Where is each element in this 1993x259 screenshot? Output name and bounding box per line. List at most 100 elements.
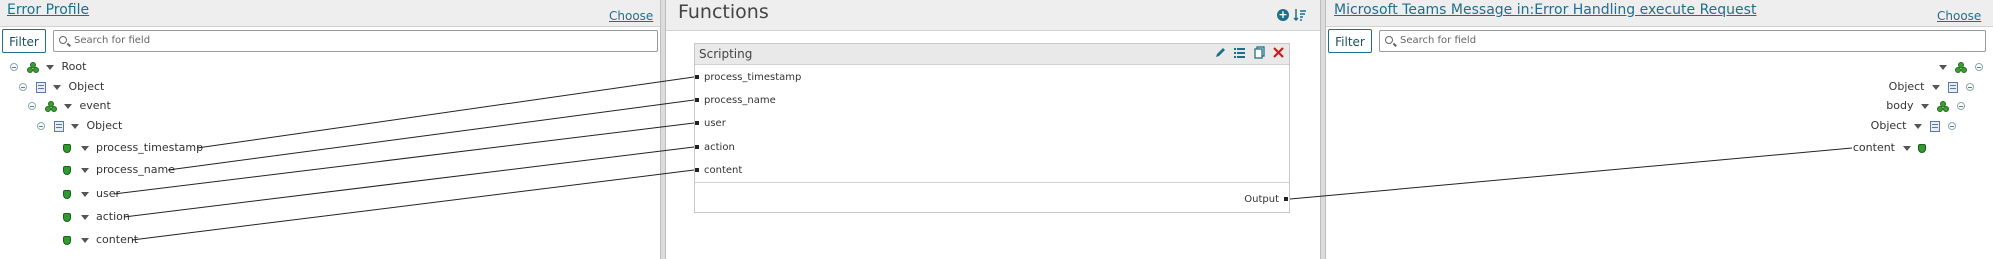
copy-icon[interactable] [1253, 46, 1266, 59]
chevron-down-icon[interactable] [64, 103, 72, 109]
input-port[interactable] [695, 121, 699, 125]
tree-node-label: Object [86, 119, 123, 132]
add-function-icon[interactable]: + [1277, 9, 1289, 21]
chevron-down-icon[interactable] [1914, 123, 1922, 129]
tree-node-event[interactable]: event [28, 98, 111, 114]
group-icon [26, 61, 39, 73]
field-icon [63, 235, 71, 245]
chevron-down-icon[interactable] [80, 167, 89, 173]
sort-icon[interactable] [1293, 8, 1307, 22]
field-label: process_name [96, 163, 175, 176]
collapse-icon[interactable] [1957, 102, 1965, 110]
collapse-icon[interactable] [1966, 83, 1974, 91]
field-label: user [96, 187, 120, 200]
function-box-toolbar [1211, 46, 1286, 59]
tree-field-process-timestamp[interactable]: process_timestamp [63, 140, 203, 156]
target-search-input[interactable]: Search for field [1379, 30, 1986, 52]
chevron-down-icon[interactable] [80, 145, 89, 151]
target-panel: Microsoft Teams Message in:Error Handlin… [1326, 0, 1993, 259]
chevron-down-icon[interactable] [1921, 103, 1929, 109]
function-box-title: Scripting [699, 47, 753, 61]
input-port[interactable] [695, 168, 699, 172]
field-icon [63, 143, 71, 153]
field-label: content [1852, 141, 1895, 154]
tree-node-object[interactable]: Object [19, 79, 104, 95]
tree-node-root[interactable]: Root [10, 59, 86, 75]
input-port[interactable] [695, 145, 699, 149]
chevron-down-icon[interactable] [46, 64, 54, 70]
functions-panel-header: Functions + [666, 0, 1320, 31]
chevron-down-icon[interactable] [1932, 84, 1940, 90]
input-label: content [704, 165, 743, 176]
input-label: action [704, 142, 735, 153]
tree-field-content[interactable]: content [63, 232, 138, 248]
chevron-down-icon[interactable] [1902, 145, 1911, 151]
field-label: process_timestamp [96, 141, 204, 154]
function-input-action[interactable]: action [695, 141, 735, 155]
list-icon[interactable] [1233, 46, 1246, 59]
target-tree-object[interactable]: Object [1889, 79, 1974, 95]
source-search-placeholder: Search for field [74, 35, 151, 46]
object-icon [53, 120, 64, 132]
source-filter-bar: Filter Search for field [2, 29, 658, 55]
function-output[interactable]: Output [1244, 194, 1288, 205]
function-input-process-name[interactable]: process_name [695, 94, 776, 108]
search-icon [1385, 36, 1393, 44]
tree-node-label: Object [1870, 119, 1907, 132]
collapse-icon[interactable] [28, 102, 36, 110]
source-choose-link[interactable]: Choose [609, 9, 653, 23]
functions-panel-title: Functions [678, 1, 769, 23]
collapse-icon[interactable] [19, 83, 27, 91]
function-box-separator [695, 182, 1289, 183]
chevron-down-icon[interactable] [1939, 64, 1947, 70]
tree-node-label: Root [61, 60, 87, 73]
tree-field-process-name[interactable]: process_name [63, 162, 175, 178]
collapse-icon[interactable] [1948, 122, 1956, 130]
collapse-icon[interactable] [37, 122, 45, 130]
collapse-icon[interactable] [1975, 63, 1983, 71]
tree-field-action[interactable]: action [63, 209, 130, 225]
chevron-down-icon[interactable] [80, 237, 89, 243]
chevron-down-icon[interactable] [80, 214, 89, 220]
field-icon [63, 212, 71, 222]
source-search-input[interactable]: Search for field [53, 30, 658, 52]
chevron-down-icon[interactable] [53, 84, 61, 90]
scripting-function-box[interactable]: Scripting process_timestamp process_name [694, 43, 1290, 213]
input-port[interactable] [695, 75, 699, 79]
field-icon [1918, 143, 1926, 153]
tree-node-label: Object [1888, 80, 1925, 93]
tree-node-label: event [79, 99, 111, 112]
chevron-down-icon[interactable] [80, 191, 89, 197]
close-icon[interactable] [1272, 46, 1285, 59]
target-tree-object[interactable]: Object [1871, 118, 1956, 134]
collapse-icon[interactable] [10, 63, 18, 71]
tree-node-label: body [1886, 99, 1914, 112]
target-panel-title[interactable]: Microsoft Teams Message in:Error Handlin… [1334, 2, 1756, 18]
tree-field-user[interactable]: user [63, 186, 120, 202]
source-panel-header: Error Profile Choose [0, 0, 660, 27]
field-label: action [96, 210, 130, 223]
target-search-placeholder: Search for field [1400, 35, 1477, 46]
target-filter-button[interactable]: Filter [1328, 29, 1372, 53]
function-input-process-timestamp[interactable]: process_timestamp [695, 71, 801, 85]
target-tree-body[interactable]: body [1886, 98, 1965, 114]
input-port[interactable] [695, 98, 699, 102]
source-panel: Error Profile Choose Filter Search for f… [0, 0, 660, 259]
group-icon [1936, 100, 1949, 112]
tree-node-object[interactable]: Object [37, 118, 122, 134]
function-input-content[interactable]: content [695, 164, 742, 178]
source-panel-title[interactable]: Error Profile [7, 2, 89, 18]
field-icon [63, 165, 71, 175]
function-box-header[interactable]: Scripting [695, 44, 1289, 65]
group-icon [1954, 61, 1967, 73]
chevron-down-icon[interactable] [71, 123, 79, 129]
target-tree-field-content[interactable]: content [1853, 140, 1926, 156]
target-panel-header: Microsoft Teams Message in:Error Handlin… [1326, 0, 1993, 27]
source-filter-button[interactable]: Filter [2, 29, 46, 53]
function-input-user[interactable]: user [695, 117, 726, 131]
field-label: content [96, 233, 139, 246]
target-tree-root[interactable] [1935, 59, 1983, 75]
edit-icon[interactable] [1214, 46, 1227, 59]
target-choose-link[interactable]: Choose [1937, 9, 1981, 23]
output-port[interactable] [1284, 197, 1288, 201]
